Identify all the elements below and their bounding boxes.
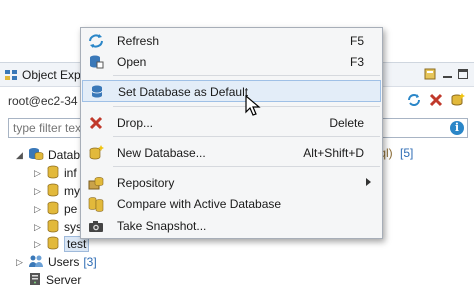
object-explorer-title[interactable]: Object Exp xyxy=(22,68,81,82)
object-explorer-icon xyxy=(4,68,18,85)
repository-icon xyxy=(88,175,104,191)
expand-arrow-icon[interactable]: ▷ xyxy=(34,186,46,197)
remove-tool-icon[interactable] xyxy=(428,92,444,111)
menu-item-set-database-as-default[interactable]: Set Database as Default xyxy=(82,80,381,102)
compare-icon xyxy=(88,196,104,212)
tree-node-databases[interactable]: ◢ Databa xyxy=(16,146,87,164)
refresh-icon xyxy=(88,33,104,49)
tree-node-db-1[interactable]: ▷ inf xyxy=(34,164,77,182)
menu-item-shortcut: Alt+Shift+D xyxy=(303,146,364,160)
menu-separator xyxy=(113,136,380,137)
collapse-arrow-icon[interactable]: ◢ xyxy=(16,150,28,161)
menu-item-label: Repository xyxy=(117,176,175,190)
menu-item-shortcut: F5 xyxy=(349,34,364,48)
menu-item-shortcut: Delete xyxy=(329,116,364,130)
database-icon xyxy=(46,236,60,253)
menu-item-label: Drop... xyxy=(117,116,154,130)
tree-node-db-3[interactable]: ▷ pe xyxy=(34,200,77,218)
expand-arrow-icon[interactable]: ▷ xyxy=(16,257,28,268)
expand-arrow-icon[interactable]: ▷ xyxy=(34,168,46,179)
menu-item-label: Compare with Active Database xyxy=(117,197,282,211)
menu-separator xyxy=(113,75,380,76)
menu-item-label: Take Snapshot... xyxy=(117,219,207,233)
tree-node-db-2[interactable]: ▷ my xyxy=(34,182,80,200)
users-count: [3] xyxy=(83,255,97,269)
menu-item-repository[interactable]: Repository xyxy=(82,172,381,193)
menu-item-shortcut: F3 xyxy=(349,55,364,69)
delete-icon xyxy=(88,115,104,131)
menu-item-label: Refresh xyxy=(117,34,160,48)
menu-item-take-snapshot[interactable]: Take Snapshot... xyxy=(82,215,381,236)
database-icon xyxy=(46,201,60,218)
open-icon xyxy=(88,54,104,70)
view-menu-icon[interactable] xyxy=(423,67,437,81)
database-count: [5] xyxy=(400,146,414,160)
menu-separator xyxy=(113,166,380,167)
menu-item-label: New Database... xyxy=(117,146,206,160)
expand-arrow-icon[interactable]: ▷ xyxy=(34,222,46,233)
server-label: Server xyxy=(46,273,82,287)
users-label: Users xyxy=(48,255,80,269)
tree-node-server[interactable]: Server xyxy=(28,271,81,289)
database-icon xyxy=(46,165,60,182)
tree-node-users[interactable]: ▷ Users [3] xyxy=(16,253,97,271)
database-icon xyxy=(46,183,60,200)
minimize-icon[interactable] xyxy=(443,76,452,78)
refresh-tool-icon[interactable] xyxy=(406,92,422,111)
database-label: pe xyxy=(64,202,78,216)
menu-item-label: Set Database as Default xyxy=(118,85,249,99)
mouse-cursor-icon xyxy=(245,94,261,120)
connection-label: root@ec2-34 xyxy=(8,94,78,108)
menu-item-drop[interactable]: Drop... Delete xyxy=(82,112,381,133)
context-menu: Refresh F5 Open F3 Set Database as Defau… xyxy=(80,27,383,239)
expand-arrow-icon[interactable]: ▷ xyxy=(34,204,46,215)
expand-arrow-icon[interactable]: ▷ xyxy=(34,239,46,250)
database-icon xyxy=(46,219,60,236)
camera-icon xyxy=(88,218,104,234)
menu-item-label: Open xyxy=(117,55,147,69)
menu-item-compare-with-active-database[interactable]: Compare with Active Database xyxy=(82,193,381,214)
database-icon xyxy=(89,84,105,100)
submenu-arrow-icon xyxy=(366,178,371,186)
new-database-icon xyxy=(88,145,104,161)
maximize-icon[interactable] xyxy=(458,69,468,79)
info-icon[interactable]: i xyxy=(450,121,464,135)
menu-item-open[interactable]: Open F3 xyxy=(82,51,381,72)
database-label: my xyxy=(64,184,80,198)
menu-item-refresh[interactable]: Refresh F5 xyxy=(82,30,381,51)
server-icon xyxy=(28,272,42,289)
menu-item-new-database[interactable]: New Database... Alt+Shift+D xyxy=(82,142,381,163)
new-connection-tool-icon[interactable] xyxy=(450,92,466,111)
databases-icon xyxy=(28,147,44,164)
users-icon xyxy=(28,254,44,271)
database-label: inf xyxy=(64,166,77,180)
tree-node-db-4[interactable]: ▷ sys xyxy=(34,218,82,236)
